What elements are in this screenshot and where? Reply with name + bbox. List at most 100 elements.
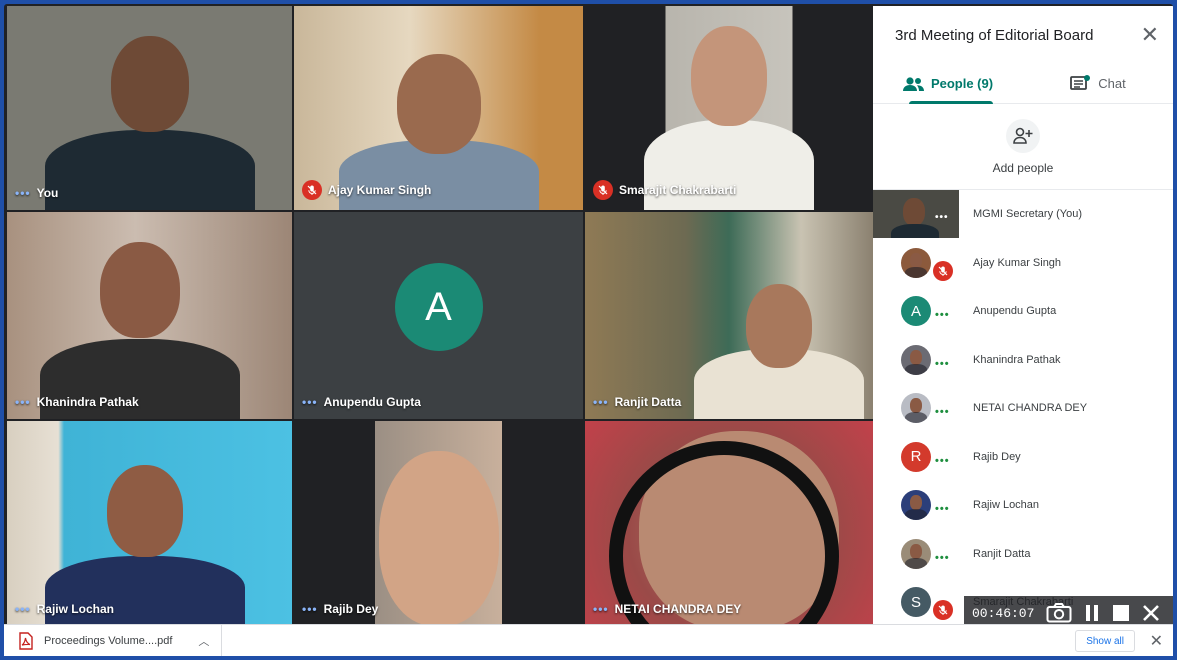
more-options-icon[interactable]: ••• xyxy=(593,602,609,616)
more-options-icon[interactable]: ••• xyxy=(302,602,318,616)
more-options-icon[interactable]: ••• xyxy=(15,602,31,616)
avatar-photo xyxy=(901,538,931,569)
participant-name: Rajiw Lochan xyxy=(973,499,1040,512)
video-tile[interactable]: ••• You xyxy=(7,6,292,210)
participant-avatar: ••• xyxy=(873,336,959,384)
audio-level-icon: ••• xyxy=(935,551,950,564)
side-panel: 3rd Meeting of Editorial Board ✕ People … xyxy=(873,6,1173,624)
show-all-button[interactable]: Show all xyxy=(1075,630,1135,652)
participant-video xyxy=(7,421,292,626)
participant-avatar: R ••• xyxy=(873,433,959,481)
panel-tabs: People (9) Chat xyxy=(873,64,1173,104)
video-tile[interactable]: A ••• Anupendu Gupta xyxy=(294,212,583,419)
download-item[interactable]: Proceedings Volume....pdf ︿ xyxy=(4,625,223,656)
video-tile[interactable]: ••• Rajib Dey xyxy=(294,421,583,626)
video-tile[interactable]: ••• NETAI CHANDRA DEY xyxy=(585,421,873,626)
self-video-thumbnail: ••• xyxy=(873,190,959,239)
download-filename: Proceedings Volume....pdf xyxy=(44,634,173,647)
close-panel-button[interactable]: ✕ xyxy=(1141,24,1159,46)
tile-name: Anupendu Gupta xyxy=(323,395,421,409)
participant-avatar: ••• xyxy=(873,481,959,529)
more-options-icon[interactable]: ••• xyxy=(15,395,31,409)
more-options-icon[interactable]: ••• xyxy=(593,395,609,409)
tile-name-label: ••• Khanindra Pathak xyxy=(15,395,139,409)
camera-icon[interactable] xyxy=(1046,603,1072,623)
meet-window: ••• You Ajay Kumar Singh Smarajit Chakrabar… xyxy=(4,4,1173,656)
participant-name: Ranjit Datta xyxy=(973,547,1031,560)
participant-name: Anupendu Gupta xyxy=(973,305,1057,318)
avatar-letter: S xyxy=(901,587,931,618)
avatar-photo xyxy=(901,490,931,521)
participant-video xyxy=(7,212,292,419)
recording-timer: 00:46:07 xyxy=(972,605,1035,621)
participant-row[interactable]: ••• Khanindra Pathak xyxy=(873,336,1173,385)
tile-name: NETAI CHANDRA DEY xyxy=(614,602,742,616)
avatar-photo xyxy=(901,247,931,278)
participant-row[interactable]: R ••• Rajib Dey xyxy=(873,433,1173,482)
participant-name: Khanindra Pathak xyxy=(973,353,1061,366)
participant-row[interactable]: ••• MGMI Secretary (You) xyxy=(873,190,1173,239)
stop-icon[interactable] xyxy=(1112,604,1130,622)
audio-level-icon: ••• xyxy=(935,454,950,467)
tab-chat-label: Chat xyxy=(1098,76,1126,91)
tab-chat[interactable]: Chat xyxy=(1023,64,1173,103)
chat-icon xyxy=(1070,74,1091,90)
participant-avatar: ••• xyxy=(873,384,959,432)
participant-row[interactable]: ••• Ranjit Datta xyxy=(873,530,1173,579)
audio-level-icon: ••• xyxy=(935,357,950,370)
participant-avatar xyxy=(873,239,959,287)
close-download-bar-button[interactable]: ✕ xyxy=(1150,631,1163,651)
tile-name-label: ••• Rajiw Lochan xyxy=(15,602,114,616)
pdf-file-icon xyxy=(19,631,33,650)
participant-row[interactable]: A ••• Anupendu Gupta xyxy=(873,287,1173,336)
participant-video xyxy=(585,212,873,419)
tile-name-label: ••• Rajib Dey xyxy=(302,602,378,616)
mic-off-icon xyxy=(933,600,953,621)
audio-level-icon: ••• xyxy=(935,309,950,322)
chevron-up-icon[interactable]: ︿ xyxy=(198,633,209,649)
avatar-photo xyxy=(901,344,931,375)
participant-row[interactable]: ••• Rajiw Lochan xyxy=(873,481,1173,530)
tile-name-label: Ajay Kumar Singh xyxy=(302,180,431,200)
tile-name: Ajay Kumar Singh xyxy=(328,183,432,197)
participant-row[interactable]: Ajay Kumar Singh xyxy=(873,239,1173,288)
tile-name-label: Smarajit Chakrabarti xyxy=(593,180,736,200)
more-options-icon[interactable]: ••• xyxy=(15,186,31,200)
pause-icon[interactable] xyxy=(1084,604,1100,622)
tab-people-label: People (9) xyxy=(930,76,994,91)
mic-off-icon xyxy=(593,180,613,200)
audio-level-icon: ••• xyxy=(935,503,950,516)
video-tile[interactable]: ••• Ranjit Datta xyxy=(585,212,873,419)
add-people-button[interactable]: Add people xyxy=(873,104,1173,190)
avatar-letter: A xyxy=(901,296,931,327)
add-people-label: Add people xyxy=(992,160,1054,175)
tile-name-label: ••• You xyxy=(15,186,58,200)
participant-name: Rajib Dey xyxy=(973,450,1021,463)
participant-avatar: A xyxy=(394,263,483,352)
tile-name: Rajib Dey xyxy=(323,602,379,616)
avatar-photo xyxy=(901,393,931,424)
video-tile[interactable]: ••• Khanindra Pathak xyxy=(7,212,292,419)
tab-people[interactable]: People (9) xyxy=(873,64,1023,104)
participant-list: ••• MGMI Secretary (You) Ajay Kumar Singh A… xyxy=(873,190,1173,627)
tile-name: You xyxy=(36,186,59,200)
video-tile[interactable]: Smarajit Chakrabarti xyxy=(585,6,873,210)
participant-avatar: ••• xyxy=(873,190,959,239)
more-options-icon[interactable]: ••• xyxy=(302,395,318,409)
panel-header: 3rd Meeting of Editorial Board ✕ xyxy=(873,6,1173,64)
participant-avatar: A ••• xyxy=(873,287,959,335)
mic-off-icon xyxy=(933,260,953,281)
participant-name: Ajay Kumar Singh xyxy=(973,256,1062,269)
tile-name: Rajiw Lochan xyxy=(36,602,114,616)
audio-level-icon: ••• xyxy=(935,406,950,419)
video-tile[interactable]: Ajay Kumar Singh xyxy=(294,6,583,210)
participant-row[interactable]: ••• NETAI CHANDRA DEY xyxy=(873,384,1173,433)
video-tile[interactable]: ••• Rajiw Lochan xyxy=(7,421,292,626)
participant-avatar: S xyxy=(873,578,959,626)
meeting-title: 3rd Meeting of Editorial Board xyxy=(895,26,1094,44)
tile-name-label: ••• Anupendu Gupta xyxy=(302,395,421,409)
participant-video xyxy=(585,421,873,626)
tile-name: Ranjit Datta xyxy=(614,395,682,409)
close-recorder-icon[interactable] xyxy=(1142,604,1160,622)
tile-name: Khanindra Pathak xyxy=(36,395,139,409)
